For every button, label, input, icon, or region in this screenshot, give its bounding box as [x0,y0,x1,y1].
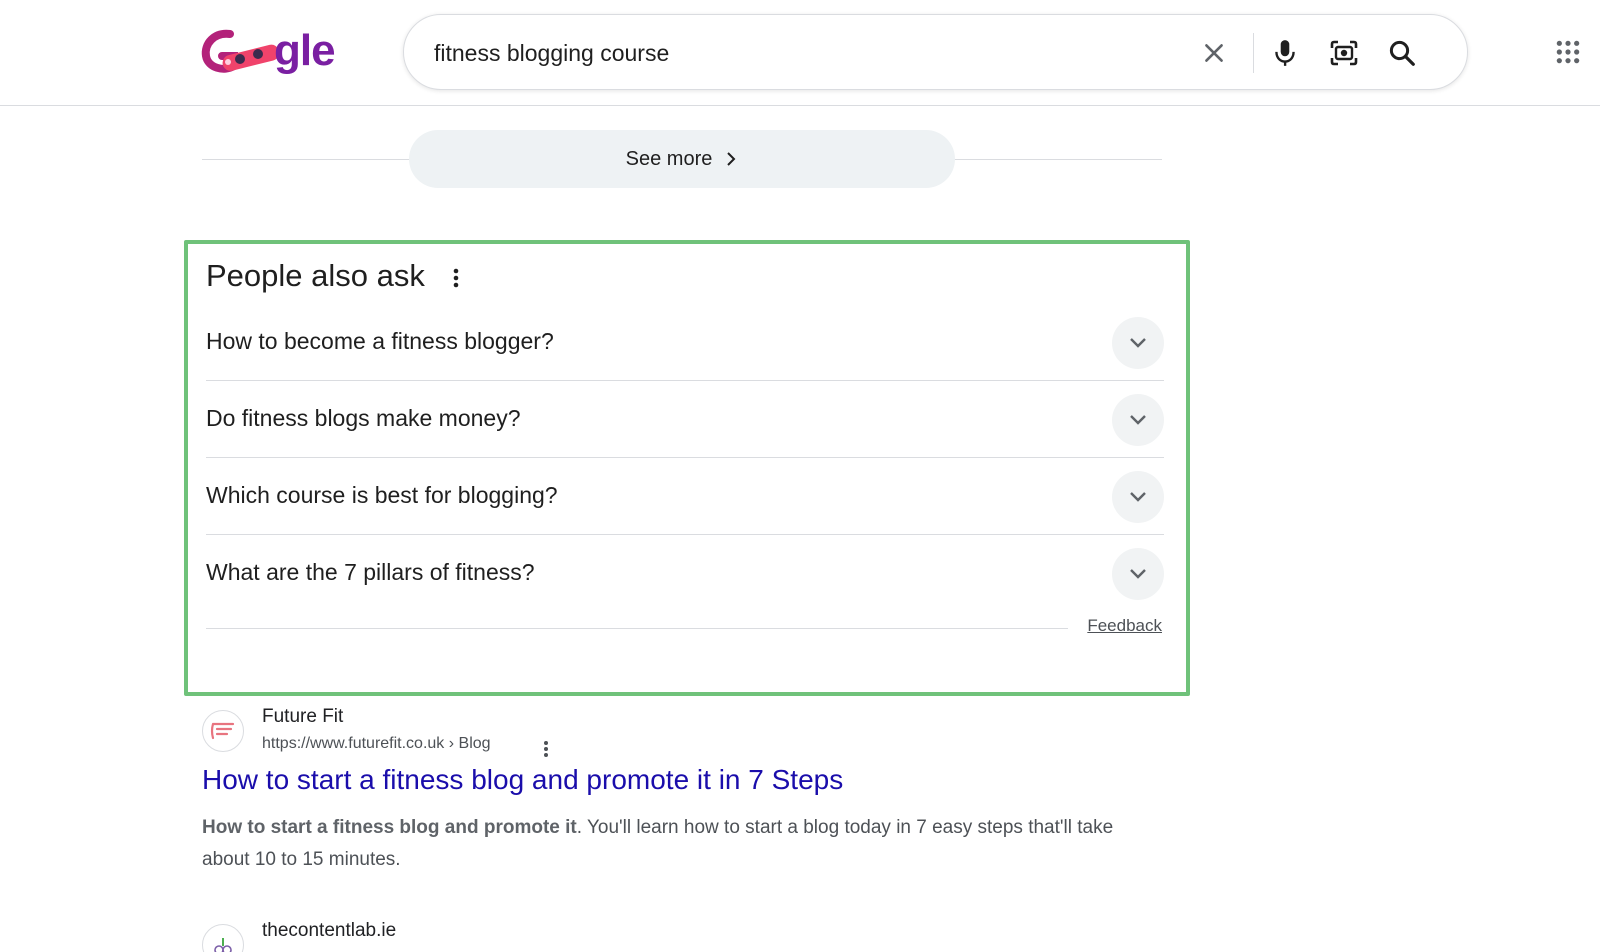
more-options-icon[interactable] [446,266,466,290]
search-icon[interactable] [1382,33,1422,73]
google-doodle-logo[interactable]: gle [200,22,340,80]
clear-icon[interactable] [1194,33,1234,73]
people-also-ask-title: People also ask [206,258,425,293]
microphone-icon[interactable] [1265,33,1305,73]
search-results-page: gle fitness blogging course See more Peo… [0,0,1600,952]
paa-question-item[interactable]: Do fitness blogs make money? [206,381,1164,458]
feedback-link[interactable]: Feedback [1087,616,1162,636]
snippet-highlight: How to start a fitness blog and promote … [202,817,577,838]
result-snippet: How to start a fitness blog and promote … [202,812,1162,876]
paa-question-item[interactable]: How to become a fitness blogger? [206,304,1164,381]
site-favicon-icon [202,710,244,752]
apps-grid-icon[interactable] [1548,32,1588,72]
paa-question-text: Which course is best for blogging? [206,482,558,508]
chevron-down-icon[interactable] [1112,317,1164,369]
paa-question-item[interactable]: What are the 7 pillars of fitness? [206,535,1164,612]
see-more-button[interactable]: See more [409,130,955,188]
search-input[interactable] [434,35,1174,71]
result-url[interactable]: https://www.futurefit.co.uk › Blog [262,735,491,753]
search-result: thecontentlab.ie [202,912,1162,952]
result-site-name[interactable]: Future Fit [262,706,343,728]
paa-question-text: How to become a fitness blogger? [206,328,554,354]
camera-lens-icon[interactable] [1324,33,1364,73]
site-favicon-icon [202,924,244,952]
chevron-down-icon[interactable] [1112,548,1164,600]
chevron-down-icon[interactable] [1112,394,1164,446]
search-box[interactable] [403,14,1468,90]
result-title-link[interactable]: How to start a fitness blog and promote … [202,764,843,796]
search-divider [1253,33,1254,73]
people-also-ask-panel: People also ask How to become a fitness … [184,240,1190,696]
chevron-down-icon[interactable] [1112,471,1164,523]
see-more-label: See more [625,147,713,170]
header-bar: gle [0,0,1600,106]
paa-question-text: What are the 7 pillars of fitness? [206,559,535,585]
paa-question-item[interactable]: Which course is best for blogging? [206,458,1164,535]
chevron-right-icon [727,152,736,166]
logo-text: gle [274,26,336,75]
doodle-graphic-icon [201,29,280,73]
more-options-icon[interactable] [538,738,554,760]
result-site-name[interactable]: thecontentlab.ie [262,920,396,942]
paa-footer-divider [206,628,1068,629]
paa-question-text: Do fitness blogs make money? [206,405,521,431]
